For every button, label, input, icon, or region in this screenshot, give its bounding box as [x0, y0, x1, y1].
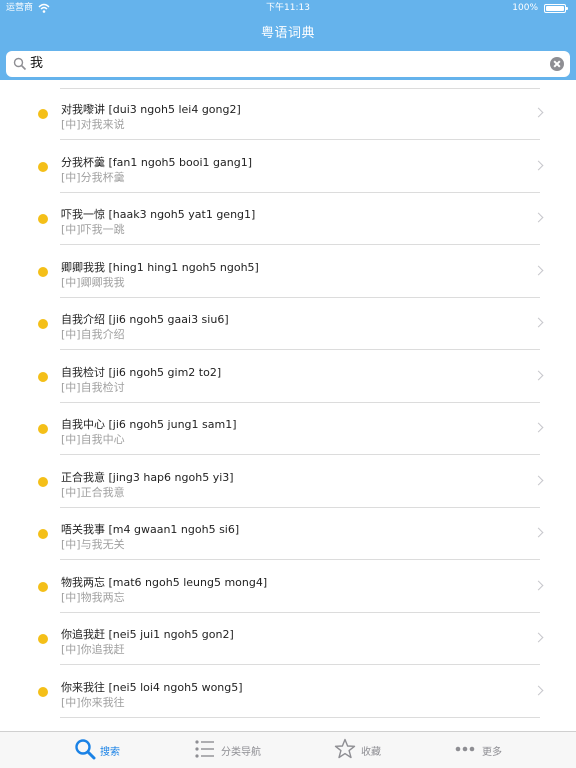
bullet-dot-icon: [38, 686, 48, 697]
list-item[interactable]: 物我两忘 [mat6 ngoh5 leung5 mong4] [中]物我两忘: [0, 561, 576, 613]
list-item-title: 物我两忘 [mat6 ngoh5 leung5 mong4]: [61, 575, 268, 589]
tab-bar: 搜索 分类导航 收藏 更多: [0, 731, 576, 768]
bullet-dot-icon: [38, 266, 48, 277]
status-time: 下午11:13: [266, 3, 310, 13]
list-item-title: 分我杯羹 [fan1 ngoh5 booi1 gang1]: [61, 155, 252, 169]
search-input[interactable]: 我: [6, 51, 570, 77]
chevron-right-icon: [533, 212, 544, 223]
list-item[interactable]: 自我介绍 [ji6 ngoh5 gaai3 siu6] [中]自我介绍: [0, 298, 576, 350]
chevron-right-icon: [533, 527, 544, 538]
list-item-title: 对我嚟讲 [dui3 ngoh5 lei4 gong2]: [61, 103, 241, 116]
bullet-dot-icon: [38, 581, 48, 592]
chevron-right-icon: [533, 107, 544, 118]
list-item[interactable]: 对我嚟讲 [dui3 ngoh5 lei4 gong2] [中]对我来说: [0, 88, 576, 140]
page-title: 粤语词典: [260, 26, 315, 41]
list-item-title: 正合我意 [jing3 hap6 ngoh5 yi3]: [61, 470, 234, 484]
list-item-subtitle: [中]卿卿我我: [61, 275, 125, 289]
chevron-right-icon: [533, 475, 544, 485]
list-item[interactable]: 正合我意 [jing3 hap6 ngoh5 yi3] [中]正合我意: [0, 456, 576, 508]
list-item-subtitle: [中]分我杯羹: [61, 170, 125, 184]
list-item[interactable]: 卿卿我我 [hing1 hing1 ngoh5 ngoh5] [中]卿卿我我: [0, 246, 576, 298]
bullet-dot-icon: [38, 634, 48, 644]
star-icon: [334, 738, 356, 759]
tab-more-label: 更多: [482, 747, 502, 758]
chevron-right-icon: [533, 422, 544, 433]
list-item-title: 自我检讨 [ji6 ngoh5 gim2 to2]: [61, 365, 222, 379]
tab-search[interactable]: 搜索: [72, 732, 132, 768]
header-bar: 运营商 下午11:13 100% 粤语词典: [0, 0, 576, 48]
list-icon: [195, 740, 214, 758]
bullet-dot-icon: [38, 109, 48, 119]
search-bar: 我: [0, 48, 576, 80]
list-item-subtitle: [中]吓我一跳: [61, 223, 125, 236]
list-item[interactable]: 唔关我事 [m4 gwaan1 ngoh5 si6] [中]与我无关: [0, 508, 576, 560]
bullet-dot-icon: [38, 424, 48, 434]
chevron-right-icon: [533, 580, 544, 590]
list-item-subtitle: [中]你来我往: [61, 695, 125, 709]
chevron-right-icon: [533, 685, 544, 695]
bullet-dot-icon: [38, 319, 48, 329]
chevron-right-icon: [533, 317, 544, 328]
list-item[interactable]: 你追我赶 [nei5 jui1 ngoh5 gon2] [中]你追我赶: [0, 613, 576, 665]
list-item-title: 你追我赶 [nei5 jui1 ngoh5 gon2]: [61, 628, 234, 641]
chevron-right-icon: [533, 370, 544, 380]
list-item-title: 自我介绍 [ji6 ngoh5 gaai3 siu6]: [61, 313, 229, 326]
battery-icon: [544, 4, 568, 13]
more-icon: [455, 746, 475, 752]
list-item-title: 吓我一惊 [haak3 ngoh5 yat1 geng1]: [61, 208, 256, 221]
list-item[interactable]: 分我杯羹 [fan1 ngoh5 booi1 gang1] [中]分我杯羹: [0, 141, 576, 193]
list-item-subtitle: [中]正合我意: [61, 485, 125, 499]
tab-category-label: 分类导航: [221, 747, 261, 758]
bullet-dot-icon: [38, 161, 48, 172]
list-item-subtitle: [中]物我两忘: [61, 590, 125, 604]
list-item-title: 你来我往 [nei5 loi4 ngoh5 wong5]: [61, 680, 243, 694]
chevron-right-icon: [533, 632, 544, 643]
list-item-subtitle: [中]与我无关: [61, 538, 125, 551]
list-item-subtitle: [中]对我来说: [61, 118, 125, 131]
chevron-right-icon: [533, 265, 544, 275]
bullet-dot-icon: [38, 371, 48, 382]
clear-search-icon[interactable]: [550, 57, 564, 71]
list-item[interactable]: 你来我往 [nei5 loi4 ngoh5 wong5] [中]你来我往: [0, 666, 576, 718]
list-item-title: 唔关我事 [m4 gwaan1 ngoh5 si6]: [61, 523, 240, 536]
list-item[interactable]: 自我检讨 [ji6 ngoh5 gim2 to2] [中]自我检讨: [0, 351, 576, 403]
bullet-dot-icon: [38, 529, 48, 539]
search-icon: [13, 57, 27, 71]
search-query[interactable]: 我: [30, 51, 43, 77]
battery-percent: 100%: [512, 3, 538, 13]
list-item-subtitle: [中]自我介绍: [61, 328, 125, 341]
chevron-right-icon: [533, 160, 544, 170]
list-item[interactable]: 吓我一惊 [haak3 ngoh5 yat1 geng1] [中]吓我一跳: [0, 193, 576, 245]
tab-favorites[interactable]: 收藏: [334, 732, 394, 768]
list-item[interactable]: 自我中心 [ji6 ngoh5 jung1 sam1] [中]自我中心: [0, 403, 576, 455]
search-icon: [75, 739, 96, 760]
bullet-dot-icon: [38, 214, 48, 224]
list-item-subtitle: [中]自我中心: [61, 433, 125, 446]
divider: [60, 716, 540, 718]
bullet-dot-icon: [38, 476, 48, 487]
list-item-subtitle: [中]你追我赶: [61, 643, 125, 656]
list-item-title: 自我中心 [ji6 ngoh5 jung1 sam1]: [61, 418, 237, 431]
tab-favorites-label: 收藏: [361, 747, 381, 758]
list-item-title: 卿卿我我 [hing1 hing1 ngoh5 ngoh5]: [61, 260, 259, 274]
results-list: 对我嚟讲 [dui3 ngoh5 lei4 gong2] [中]对我来说分我杯羹 …: [0, 80, 576, 731]
tab-search-label: 搜索: [100, 747, 120, 758]
status-bar: 运营商 下午11:13 100%: [0, 0, 576, 16]
list-item-subtitle: [中]自我检讨: [61, 380, 125, 394]
tab-more[interactable]: 更多: [455, 732, 515, 768]
tab-category[interactable]: 分类导航: [194, 732, 274, 768]
